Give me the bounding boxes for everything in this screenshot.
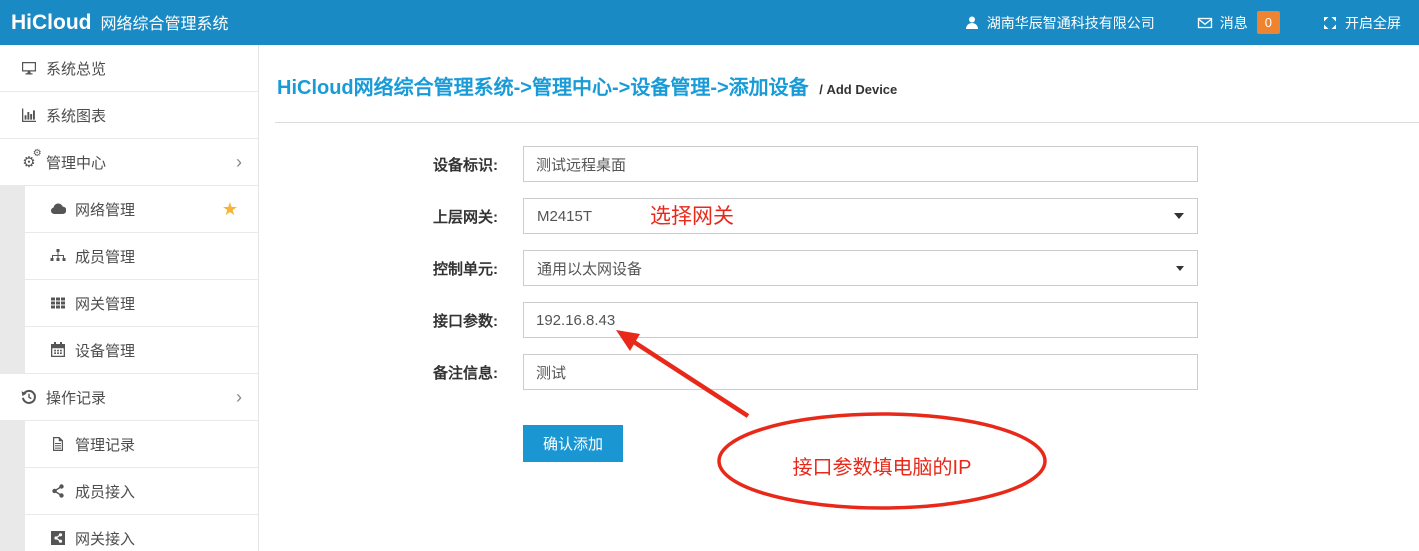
control-unit-select[interactable]: 通用以太网设备 (523, 250, 1198, 286)
envelope-icon (1197, 15, 1213, 31)
expand-icon (1322, 15, 1338, 31)
sitemap-icon (49, 247, 67, 265)
sidebar-item-gateway-access[interactable]: 网关接入 (0, 515, 258, 551)
gears-icon: ⚙⚙ (20, 153, 38, 171)
desktop-icon (20, 59, 38, 77)
control-unit-value: 通用以太网设备 (537, 258, 642, 279)
sidebar-item-device-management[interactable]: 设备管理 (0, 327, 258, 374)
sidebar-item-operation-records[interactable]: 操作记录 › (0, 374, 258, 421)
cloud-icon (49, 200, 67, 218)
sidebar-item-gateway-management[interactable]: 网关管理 (0, 280, 258, 327)
breadcrumb: HiCloud网络综合管理系统->管理中心->设备管理->添加设备 / Add … (277, 71, 897, 100)
sidebar-item-label: 成员管理 (75, 246, 135, 267)
confirm-add-button[interactable]: 确认添加 (523, 425, 623, 462)
brand-suffix: 网络综合管理系统 (100, 10, 228, 34)
sidebar-item-label: 管理记录 (75, 434, 135, 455)
sidebar-item-label: 网络管理 (75, 199, 135, 220)
breadcrumb-path: HiCloud网络综合管理系统->管理中心->设备管理->添加设备 (277, 77, 809, 99)
app-logo: HiCloud 网络综合管理系统 (11, 10, 229, 35)
sidebar-item-label: 系统总览 (46, 58, 106, 79)
sidebar-item-network-management[interactable]: 网络管理 ★ (0, 186, 258, 233)
bar-chart-icon (20, 106, 38, 124)
remark-input[interactable] (523, 354, 1198, 390)
form-row-control-unit: 控制单元: 通用以太网设备 (259, 250, 1198, 286)
main-content: HiCloud网络综合管理系统->管理中心->设备管理->添加设备 / Add … (259, 45, 1419, 551)
sidebar-item-label: 设备管理 (75, 340, 135, 361)
share-square-icon (49, 529, 67, 547)
topbar-right: 湖南华辰智通科技有限公司 消息 0 开启全屏 (964, 11, 1401, 34)
sidebar-item-member-management[interactable]: 成员管理 (0, 233, 258, 280)
sidebar-item-label: 系统图表 (46, 105, 106, 126)
caret-down-icon (1176, 266, 1184, 271)
company-name: 湖南华辰智通科技有限公司 (987, 13, 1155, 33)
upper-gateway-select[interactable]: M2415T (523, 198, 1198, 234)
upper-gateway-label: 上层网关: (259, 206, 498, 227)
interface-params-label: 接口参数: (259, 310, 498, 331)
upper-gateway-value: M2415T (537, 208, 592, 225)
sidebar: 系统总览 系统图表 ⚙⚙ 管理中心 › 网络管理 ★ 成员管理 网关管理 (0, 45, 259, 551)
file-text-icon (49, 435, 67, 453)
history-icon (20, 388, 38, 406)
sidebar-item-label: 管理中心 (46, 152, 106, 173)
messages-label: 消息 (1220, 13, 1248, 33)
user-icon (964, 15, 980, 31)
form-row-remark: 备注信息: (259, 354, 1198, 390)
form-row-device-id: 设备标识: (259, 146, 1198, 182)
chevron-right-icon: › (236, 388, 242, 406)
messages-count-badge: 0 (1257, 11, 1280, 34)
sidebar-item-member-access[interactable]: 成员接入 (0, 468, 258, 515)
caret-down-icon (1174, 213, 1184, 219)
messages-menu[interactable]: 消息 0 (1197, 11, 1280, 34)
sidebar-item-system-overview[interactable]: 系统总览 (0, 45, 258, 92)
fullscreen-button[interactable]: 开启全屏 (1322, 13, 1401, 33)
add-device-form: 设备标识: 上层网关: M2415T 控制单元: 通用以太网设备 接口参数: 备… (259, 146, 1198, 462)
form-row-interface-params: 接口参数: (259, 302, 1198, 338)
sidebar-item-system-charts[interactable]: 系统图表 (0, 92, 258, 139)
sidebar-item-label: 网关接入 (75, 528, 135, 549)
sidebar-item-label: 成员接入 (75, 481, 135, 502)
interface-params-input[interactable] (523, 302, 1198, 338)
brand-name: HiCloud (11, 11, 91, 35)
device-id-label: 设备标识: (259, 154, 498, 175)
form-row-upper-gateway: 上层网关: M2415T (259, 198, 1198, 234)
company-menu[interactable]: 湖南华辰智通科技有限公司 (964, 13, 1155, 33)
control-unit-label: 控制单元: (259, 258, 498, 279)
remark-label: 备注信息: (259, 362, 498, 383)
grid-icon (49, 294, 67, 312)
chevron-right-icon: › (236, 153, 242, 171)
breadcrumb-suffix: / Add Device (819, 82, 897, 97)
sidebar-item-admin-center[interactable]: ⚙⚙ 管理中心 › (0, 139, 258, 186)
header-divider (275, 122, 1419, 123)
share-icon (49, 482, 67, 500)
topbar: HiCloud 网络综合管理系统 湖南华辰智通科技有限公司 消息 0 开启全屏 (0, 0, 1419, 45)
sidebar-item-admin-records[interactable]: 管理记录 (0, 421, 258, 468)
sidebar-item-label: 网关管理 (75, 293, 135, 314)
calendar-icon (49, 341, 67, 359)
fullscreen-label: 开启全屏 (1345, 13, 1401, 33)
star-icon[interactable]: ★ (222, 200, 238, 218)
device-id-input[interactable] (523, 146, 1198, 182)
sidebar-item-label: 操作记录 (46, 387, 106, 408)
